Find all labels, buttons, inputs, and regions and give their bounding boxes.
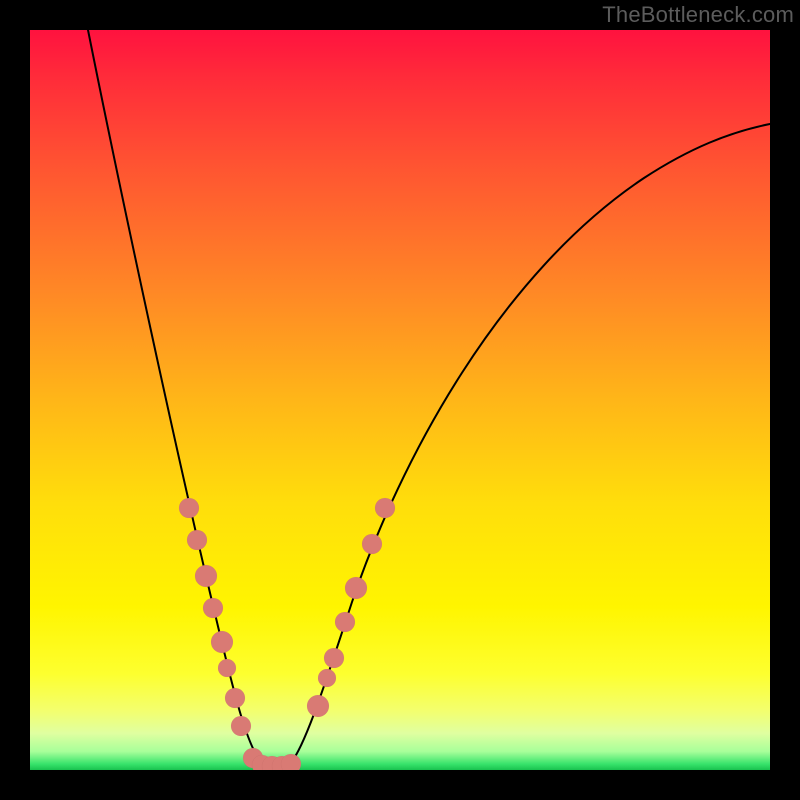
marker-L4: [203, 598, 223, 618]
marker-L1: [179, 498, 199, 518]
marker-R7: [375, 498, 395, 518]
marker-R3: [324, 648, 344, 668]
curve-svg: [30, 30, 770, 770]
marker-L3: [195, 565, 217, 587]
marker-R1: [307, 695, 329, 717]
marker-L7: [225, 688, 245, 708]
plot-area: [30, 30, 770, 770]
marker-R5: [345, 577, 367, 599]
marker-R6: [362, 534, 382, 554]
watermark-text: TheBottleneck.com: [602, 2, 794, 28]
marker-L2: [187, 530, 207, 550]
marker-L6: [218, 659, 236, 677]
chart-frame: TheBottleneck.com: [0, 0, 800, 800]
marker-L8: [231, 716, 251, 736]
marker-layer: [179, 498, 395, 770]
marker-R4: [335, 612, 355, 632]
bottleneck-curve: [88, 30, 770, 769]
marker-R2: [318, 669, 336, 687]
marker-L5: [211, 631, 233, 653]
